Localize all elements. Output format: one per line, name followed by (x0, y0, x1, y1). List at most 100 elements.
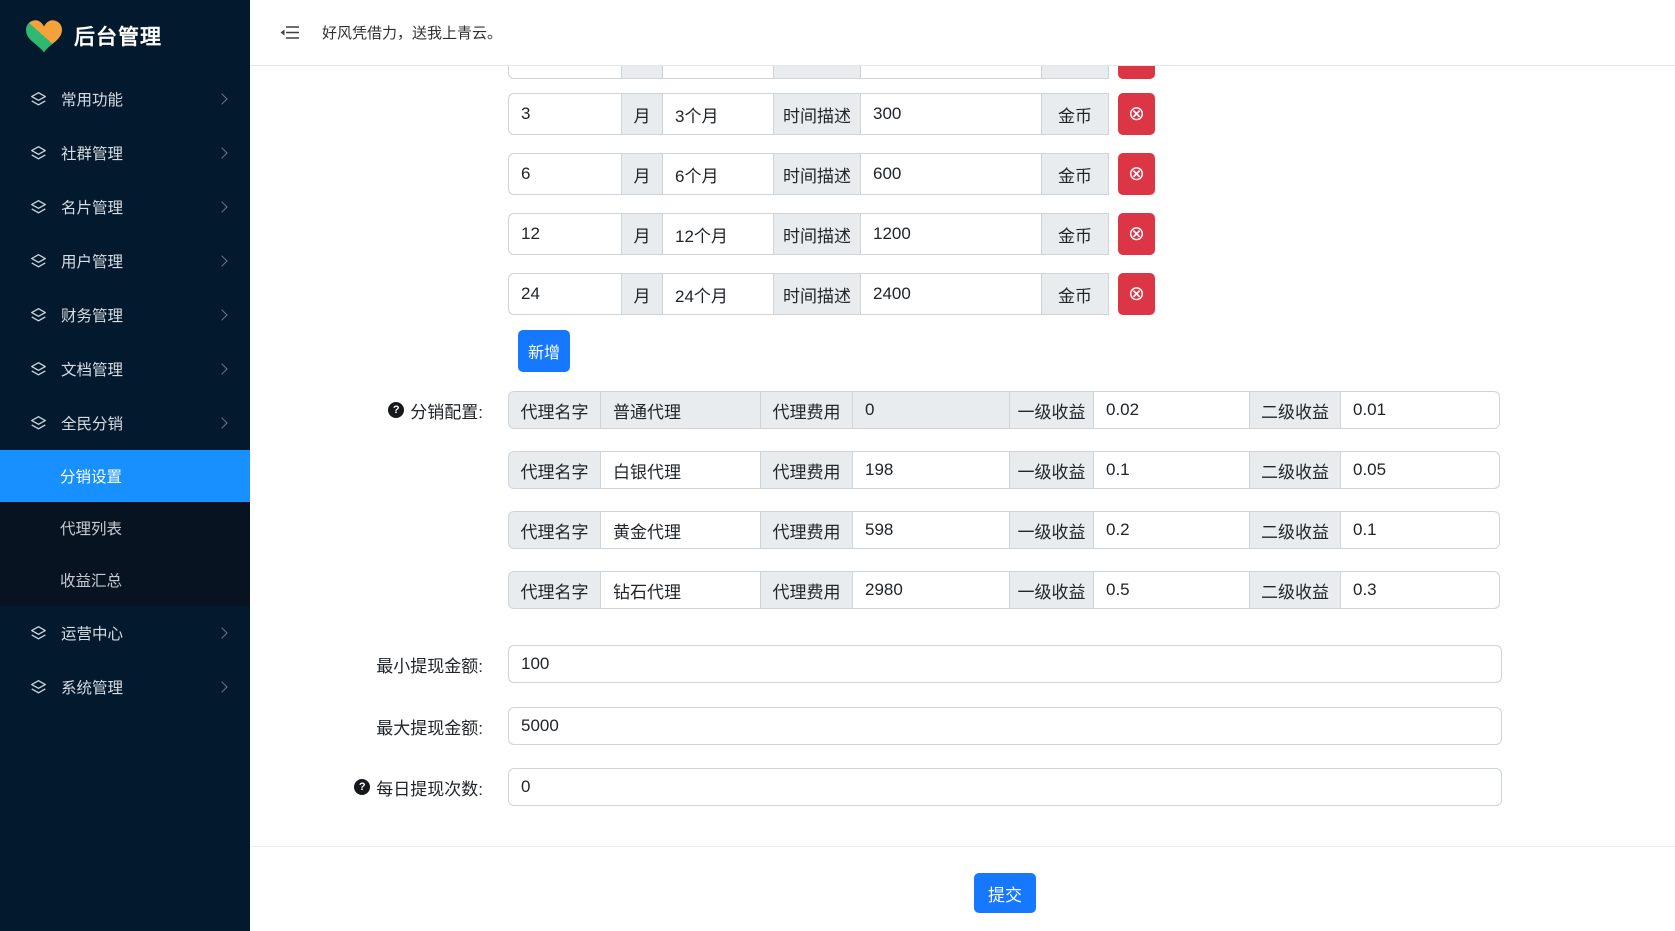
sidebar-submenu-item[interactable]: 代理列表 (0, 502, 250, 554)
sidebar-submenu: 分销设置 代理列表 收益汇总 (0, 450, 250, 606)
sidebar-menu-bottom: 运营中心 系统管理 (0, 606, 250, 714)
agent-name-input[interactable] (600, 511, 761, 549)
daily-withdraw-label-row: ? 每日提现次数: (250, 768, 483, 806)
plan-desc-label: 时间描述 (773, 213, 861, 255)
sidebar: 后台管理 常用功能 社群管理 名片管理 用户管理 (0, 0, 250, 931)
min-withdraw-label: 最小提现金额: (250, 645, 483, 683)
sidebar-menu-item[interactable]: 系统管理 (0, 660, 250, 714)
sidebar-menu-label: 系统管理 (61, 676, 204, 698)
circle-x-icon: ⊗ (1128, 284, 1145, 304)
sidebar-submenu-item[interactable]: 收益汇总 (0, 554, 250, 606)
menu-fold-icon[interactable] (280, 24, 300, 41)
chevron-right-icon (216, 309, 227, 320)
plan-desc-input[interactable] (662, 93, 774, 135)
agent-fee-input[interactable] (852, 391, 1010, 429)
sidebar-menu-item[interactable]: 用户管理 (0, 234, 250, 288)
agent-level2-label: 二级收益 (1249, 391, 1341, 429)
topbar-quote: 好风凭借力，送我上青云。 (322, 22, 502, 43)
agent-level1-label: 一级收益 (1009, 571, 1094, 609)
app-title: 后台管理 (74, 21, 162, 51)
agent-level2-input[interactable] (1340, 391, 1500, 429)
max-withdraw-label: 最大提现金额: (250, 707, 483, 745)
layers-icon (30, 361, 47, 378)
sidebar-menu-label: 常用功能 (61, 88, 204, 110)
agents-section-label: 分销配置: (410, 398, 483, 423)
help-icon: ? (354, 779, 370, 795)
sidebar-menu-label: 用户管理 (61, 250, 204, 272)
circle-x-icon: ⊗ (1128, 164, 1145, 184)
agent-row: 代理名字 代理费用 一级收益 二级收益 (508, 391, 1500, 429)
agent-name-label: 代理名字 (508, 571, 601, 609)
sidebar-menu-item[interactable]: 名片管理 (0, 180, 250, 234)
agent-level2-input[interactable] (1340, 571, 1500, 609)
agent-name-input[interactable] (600, 571, 761, 609)
agent-name-input[interactable] (600, 391, 761, 429)
chevron-right-icon (216, 93, 227, 104)
plan-months-input[interactable] (508, 93, 622, 135)
agent-level1-input[interactable] (1093, 451, 1250, 489)
agent-level1-input[interactable] (1093, 391, 1250, 429)
agent-level2-input[interactable] (1340, 451, 1500, 489)
delete-plan-button[interactable]: ⊗ (1118, 153, 1155, 195)
sidebar-submenu-item[interactable]: 分销设置 (0, 450, 250, 502)
agent-level1-input[interactable] (1093, 571, 1250, 609)
layers-icon (30, 307, 47, 324)
plan-price-unit-label: 金币 (1041, 213, 1109, 255)
sidebar-menu-label: 财务管理 (61, 304, 204, 326)
plan-desc-label: 时间描述 (773, 93, 861, 135)
plan-rows: 月 时间描述 金币 ⊗ 月 时间描述 金币 ⊗ 月 时间描述 金币 ⊗ 月 时间… (508, 93, 1155, 315)
sidebar-menu-item[interactable]: 运营中心 (0, 606, 250, 660)
agent-level1-label: 一级收益 (1009, 391, 1094, 429)
plan-price-input[interactable] (860, 273, 1042, 315)
plan-price-input[interactable] (860, 213, 1042, 255)
logo: 后台管理 (0, 0, 250, 72)
plan-desc-input[interactable] (662, 273, 774, 315)
topbar: 好风凭借力，送我上青云。 (250, 0, 1675, 66)
agent-fee-label: 代理费用 (760, 451, 853, 489)
sidebar-menu-item[interactable]: 文档管理 (0, 342, 250, 396)
agent-level2-input[interactable] (1340, 511, 1500, 549)
agent-row: 代理名字 代理费用 一级收益 二级收益 (508, 571, 1500, 609)
agent-fee-input[interactable] (852, 571, 1010, 609)
plan-desc-input[interactable] (662, 213, 774, 255)
plan-months-input[interactable] (508, 273, 622, 315)
plan-price-input[interactable] (860, 93, 1042, 135)
sidebar-menu-item[interactable]: 财务管理 (0, 288, 250, 342)
chevron-right-icon (216, 201, 227, 212)
delete-plan-button[interactable]: ⊗ (1118, 273, 1155, 315)
sidebar-menu-label: 文档管理 (61, 358, 204, 380)
agent-level1-label: 一级收益 (1009, 511, 1094, 549)
sidebar-submenu-label: 收益汇总 (60, 569, 122, 591)
agent-level1-label: 一级收益 (1009, 451, 1094, 489)
layers-icon (30, 199, 47, 216)
agent-row: 代理名字 代理费用 一级收益 二级收益 (508, 511, 1500, 549)
sidebar-menu-label: 社群管理 (61, 142, 204, 164)
plan-price-input[interactable] (860, 153, 1042, 195)
plan-unit-label: 月 (621, 93, 663, 135)
chevron-right-icon (216, 681, 227, 692)
sidebar-menu-item[interactable]: 常用功能 (0, 72, 250, 126)
plan-months-input[interactable] (508, 213, 622, 255)
min-withdraw-input[interactable] (508, 645, 1502, 683)
plan-unit-label: 月 (621, 213, 663, 255)
sidebar-menu-item[interactable]: 全民分销 (0, 396, 250, 450)
max-withdraw-input[interactable] (508, 707, 1502, 745)
delete-plan-button[interactable]: ⊗ (1118, 213, 1155, 255)
agent-level2-label: 二级收益 (1249, 571, 1341, 609)
agent-fee-input[interactable] (852, 451, 1010, 489)
plan-months-input[interactable] (508, 153, 622, 195)
agent-fee-label: 代理费用 (760, 571, 853, 609)
daily-withdraw-input[interactable] (508, 768, 1502, 806)
agent-level1-input[interactable] (1093, 511, 1250, 549)
delete-plan-button[interactable]: ⊗ (1118, 93, 1155, 135)
agents-section-label-row: ? 分销配置: (250, 391, 483, 429)
agent-name-input[interactable] (600, 451, 761, 489)
agent-fee-input[interactable] (852, 511, 1010, 549)
plan-desc-input[interactable] (662, 153, 774, 195)
plan-price-unit-label: 金币 (1041, 153, 1109, 195)
submit-button[interactable]: 提交 (974, 873, 1036, 913)
sidebar-menu-item[interactable]: 社群管理 (0, 126, 250, 180)
sidebar-menu-label: 运营中心 (61, 622, 204, 644)
daily-withdraw-label: 每日提现次数: (376, 775, 483, 800)
add-plan-button[interactable]: 新增 (518, 330, 570, 372)
